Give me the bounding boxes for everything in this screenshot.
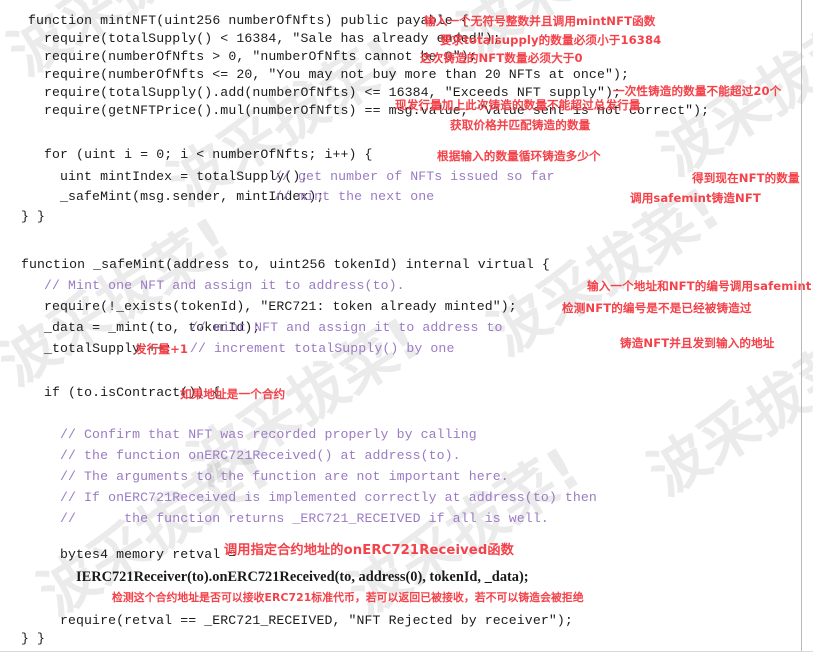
code-line: require(!_exists(tokenId), "ERC721: toke…: [44, 299, 517, 314]
page-right-edge-rule: [801, 0, 802, 652]
code-line: for (uint i = 0; i < numberOfNfts; i++) …: [44, 147, 373, 162]
red-annotation: 检测NFT的编号是不是已经被铸造过: [562, 301, 752, 315]
red-annotation: 调用指定合约地址的onERC721Received函数: [224, 543, 514, 558]
code-comment: // get number of NFTs issued so far: [274, 169, 555, 184]
code-line: require(totalSupply() < 16384, "Sale has…: [44, 31, 501, 46]
code-line: require(numberOfNfts <= 20, "You may not…: [44, 67, 630, 82]
code-line: IERC721Receiver(to).onERC721Received(to,…: [76, 569, 529, 585]
red-annotation: 输入一个地址和NFT的编号调用safemint: [587, 279, 812, 293]
code-comment: // the function returns _ERC721_RECEIVED…: [60, 511, 549, 526]
red-annotation: 发行量+1: [135, 342, 189, 356]
red-annotation: 检测这个合约地址是否可以接收ERC721标准代币，若可以返回已被接收，若不可以铸…: [112, 591, 584, 604]
red-annotation: 一次性铸造的数量不能超过20个: [613, 84, 782, 98]
code-comment: // If onERC721Received is implemented co…: [60, 490, 597, 505]
code-comment: // Mint one NFT and assign it to address…: [44, 278, 405, 293]
red-annotation: 根据输入的数量循环铸造多少个: [437, 149, 601, 163]
code-line: } }: [21, 631, 46, 646]
red-annotation: 调用safemint铸造NFT: [630, 191, 761, 205]
code-comment: // The arguments to the function are not…: [60, 469, 509, 484]
red-annotation: 获取价格并匹配铸造的数量: [450, 118, 591, 132]
code-comment: // mint NFT and assign it to address to: [190, 320, 503, 335]
red-annotation: 要求totalsupply的数量必须小于16384: [440, 33, 662, 47]
red-annotation: 如果地址是一个合约: [180, 387, 286, 401]
red-annotation: 现发行量加上此次铸造的数量不能超过总发行量: [395, 98, 641, 112]
red-annotation: 输入一个无符号整数并且调用mintNFT函数: [424, 14, 656, 28]
red-annotation: 铸造NFT并且发到输入的地址: [620, 336, 775, 350]
code-screenshot-page: 波采拔菜! 波采拔菜! 波采拔菜! 波采拔菜! 波采拔菜! 波采拔菜! 波采拔菜! 波采拔菜!…: [0, 0, 813, 652]
code-line: function _safeMint(address to, uint256 t…: [21, 257, 550, 272]
code-line: require(retval == _ERC721_RECEIVED, "NFT…: [60, 613, 573, 628]
code-line: bytes4 memory retval =: [60, 547, 237, 562]
code-line: uint mintIndex = totalSupply();: [60, 169, 309, 184]
code-line: } }: [21, 209, 46, 224]
red-annotation: 这次铸造的NFT数量必须大于0: [420, 51, 583, 65]
code-comment: // mint the next one: [274, 189, 435, 204]
code-comment: // increment totalSupply() by one: [190, 341, 455, 356]
code-comment: // the function onERC721Received() at ad…: [60, 448, 461, 463]
red-annotation: 得到现在NFT的数量: [692, 171, 800, 185]
code-line: require(numberOfNfts > 0, "numberOfNfts …: [44, 49, 477, 64]
code-line: function mintNFT(uint256 numberOfNfts) p…: [28, 13, 469, 28]
code-comment: // Confirm that NFT was recorded properl…: [60, 427, 477, 442]
